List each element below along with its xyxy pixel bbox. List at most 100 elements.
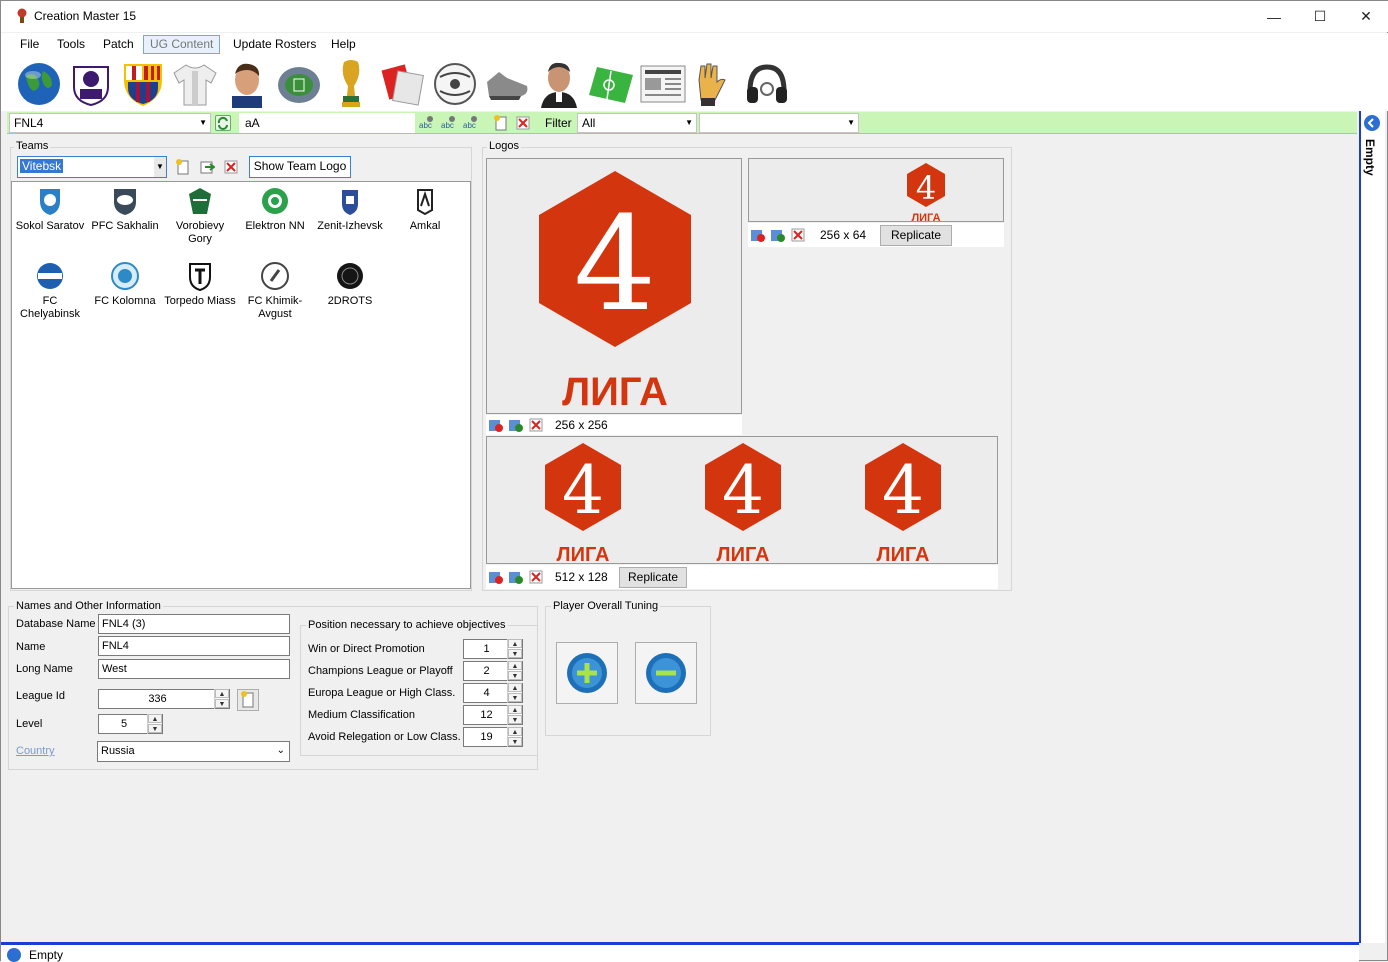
ball-icon[interactable] [431, 59, 479, 109]
delete-team-icon[interactable] [223, 159, 239, 175]
level-field[interactable]: 5 ▲ ▼ [98, 714, 163, 734]
player-face-icon[interactable] [223, 59, 271, 109]
objective-stepper[interactable]: ▲ ▼ [507, 661, 522, 681]
import-logo-icon[interactable] [488, 417, 504, 433]
font-toggle-label[interactable]: aA [245, 116, 260, 130]
league-id-field[interactable]: 336 ▲ ▼ [98, 689, 230, 709]
logo-word: ЛИГА [557, 544, 610, 564]
filter-select[interactable]: All ▼ [577, 113, 697, 133]
import-logo-icon[interactable] [750, 227, 766, 243]
import-logo-icon[interactable] [488, 569, 504, 585]
remove-logo-icon[interactable] [528, 417, 544, 433]
stadium-icon[interactable] [275, 59, 323, 109]
menu-bar: File Tools Patch UG Content Update Roste… [1, 33, 1388, 55]
refresh-icon[interactable] [215, 115, 231, 131]
objective-stepper[interactable]: ▲ ▼ [507, 705, 522, 725]
newspaper-icon[interactable] [639, 59, 687, 109]
team-item-pfc-sakhalin[interactable]: PFC Sakhalin [88, 186, 162, 233]
objective-stepper[interactable]: ▲ ▼ [507, 683, 522, 703]
panel-collapse-icon[interactable] [1364, 115, 1380, 131]
team-item-sokol-saratov[interactable]: Sokol Saratov [13, 186, 87, 233]
delete-icon[interactable] [515, 115, 531, 131]
headphones-icon[interactable] [743, 59, 791, 109]
menu-patch[interactable]: Patch [96, 35, 141, 54]
team-item-fc-chelyabinsk[interactable]: FC Chelyabinsk [13, 261, 87, 321]
sort-abc-icon[interactable]: abc [419, 115, 435, 131]
jersey-icon[interactable] [171, 59, 219, 109]
name-field[interactable]: FNL4 [98, 636, 290, 656]
objective-field[interactable]: 19 ▲ ▼ [463, 727, 523, 747]
new-league-id-button[interactable] [237, 689, 259, 711]
trophy-icon[interactable] [327, 59, 375, 109]
remove-logo-icon[interactable] [790, 227, 806, 243]
pitch-icon[interactable] [587, 59, 635, 109]
country-select[interactable]: Russia ⌄ [97, 741, 290, 762]
level-stepper[interactable]: ▲ ▼ [147, 714, 162, 734]
new-document-icon [241, 691, 254, 708]
team-logo-icon [185, 261, 215, 292]
objective-value: 12 [480, 709, 493, 721]
team-item-2drots[interactable]: 2DROTS [313, 261, 387, 308]
bottom-panel: Empty [1, 942, 1359, 962]
globe-icon[interactable] [15, 59, 63, 109]
objective-field[interactable]: 1 ▲ ▼ [463, 639, 523, 659]
objective-field[interactable]: 4 ▲ ▼ [463, 683, 523, 703]
barcelona-crest-icon[interactable] [119, 59, 167, 109]
bottom-panel-expand-icon[interactable] [7, 948, 21, 962]
league-id-stepper[interactable]: ▲ ▼ [214, 689, 229, 709]
league-select-value: FNL4 [14, 116, 44, 130]
decrease-overall-button[interactable] [635, 642, 697, 704]
export-logo-icon[interactable] [770, 227, 786, 243]
team-name: 2DROTS [327, 295, 373, 307]
sort-abc-alt-icon[interactable]: abc [441, 115, 457, 131]
boots-icon[interactable] [483, 59, 531, 109]
maximize-button[interactable]: ☐ [1297, 1, 1343, 32]
add-team-icon[interactable] [175, 159, 191, 175]
minimize-button[interactable]: — [1251, 1, 1297, 32]
remove-logo-icon[interactable] [528, 569, 544, 585]
team-item-fc-khimik-avgust[interactable]: FC Khimik-Avgust [238, 261, 312, 321]
database-name-field[interactable]: FNL4 (3) [98, 614, 290, 634]
premier-league-icon[interactable] [67, 59, 115, 109]
long-name-field[interactable]: West [98, 659, 290, 679]
gloves-icon[interactable] [691, 59, 739, 109]
objective-field[interactable]: 12 ▲ ▼ [463, 705, 523, 725]
increase-overall-button[interactable] [556, 642, 618, 704]
team-item-amkal[interactable]: Amkal [388, 186, 462, 233]
objective-stepper[interactable]: ▲ ▼ [507, 639, 522, 659]
menu-help[interactable]: Help [324, 35, 363, 54]
country-link[interactable]: Country [16, 745, 55, 757]
info-group-label: Names and Other Information [14, 600, 163, 612]
team-name: FC Chelyabinsk [20, 295, 80, 320]
export-logo-icon[interactable] [508, 417, 524, 433]
logo-large-size: 256 x 256 [555, 418, 608, 432]
replicate-wide-button[interactable]: Replicate [619, 567, 687, 588]
objective-value: 4 [483, 687, 490, 699]
new-document-icon[interactable] [493, 115, 509, 131]
name-label: Name [16, 641, 46, 653]
league-select[interactable]: FNL4 ▼ [9, 113, 211, 133]
menu-tools[interactable]: Tools [50, 35, 92, 54]
replicate-small-button[interactable]: Replicate [880, 225, 952, 246]
menu-ug-content[interactable]: UG Content [143, 35, 221, 54]
cards-icon[interactable] [379, 59, 427, 109]
team-item-vorobievy-gory[interactable]: Vorobievy Gory [163, 186, 237, 246]
team-name: Amkal [409, 220, 441, 232]
sort-abc-desc-icon[interactable]: abc [463, 115, 479, 131]
league-name-field[interactable]: aA [239, 113, 415, 133]
team-select[interactable]: Vitebsk ▼ [17, 156, 167, 178]
secondary-filter-select[interactable]: ▼ [699, 113, 859, 133]
import-team-icon[interactable] [199, 159, 216, 175]
team-item-fc-kolomna[interactable]: FC Kolomna [88, 261, 162, 308]
team-item-zenit-izhevsk[interactable]: Zenit-Izhevsk [313, 186, 387, 233]
close-button[interactable]: ✕ [1343, 1, 1388, 32]
menu-file[interactable]: File [13, 35, 46, 54]
export-logo-icon[interactable] [508, 569, 524, 585]
objective-stepper[interactable]: ▲ ▼ [507, 727, 522, 747]
show-team-logo-button[interactable]: Show Team Logo [249, 156, 351, 178]
menu-update-rosters[interactable]: Update Rosters [226, 35, 323, 54]
manager-icon[interactable] [535, 59, 583, 109]
objective-field[interactable]: 2 ▲ ▼ [463, 661, 523, 681]
team-item-elektron-nn[interactable]: Elektron NN [238, 186, 312, 233]
team-item-torpedo-miass[interactable]: Torpedo Miass [163, 261, 237, 308]
